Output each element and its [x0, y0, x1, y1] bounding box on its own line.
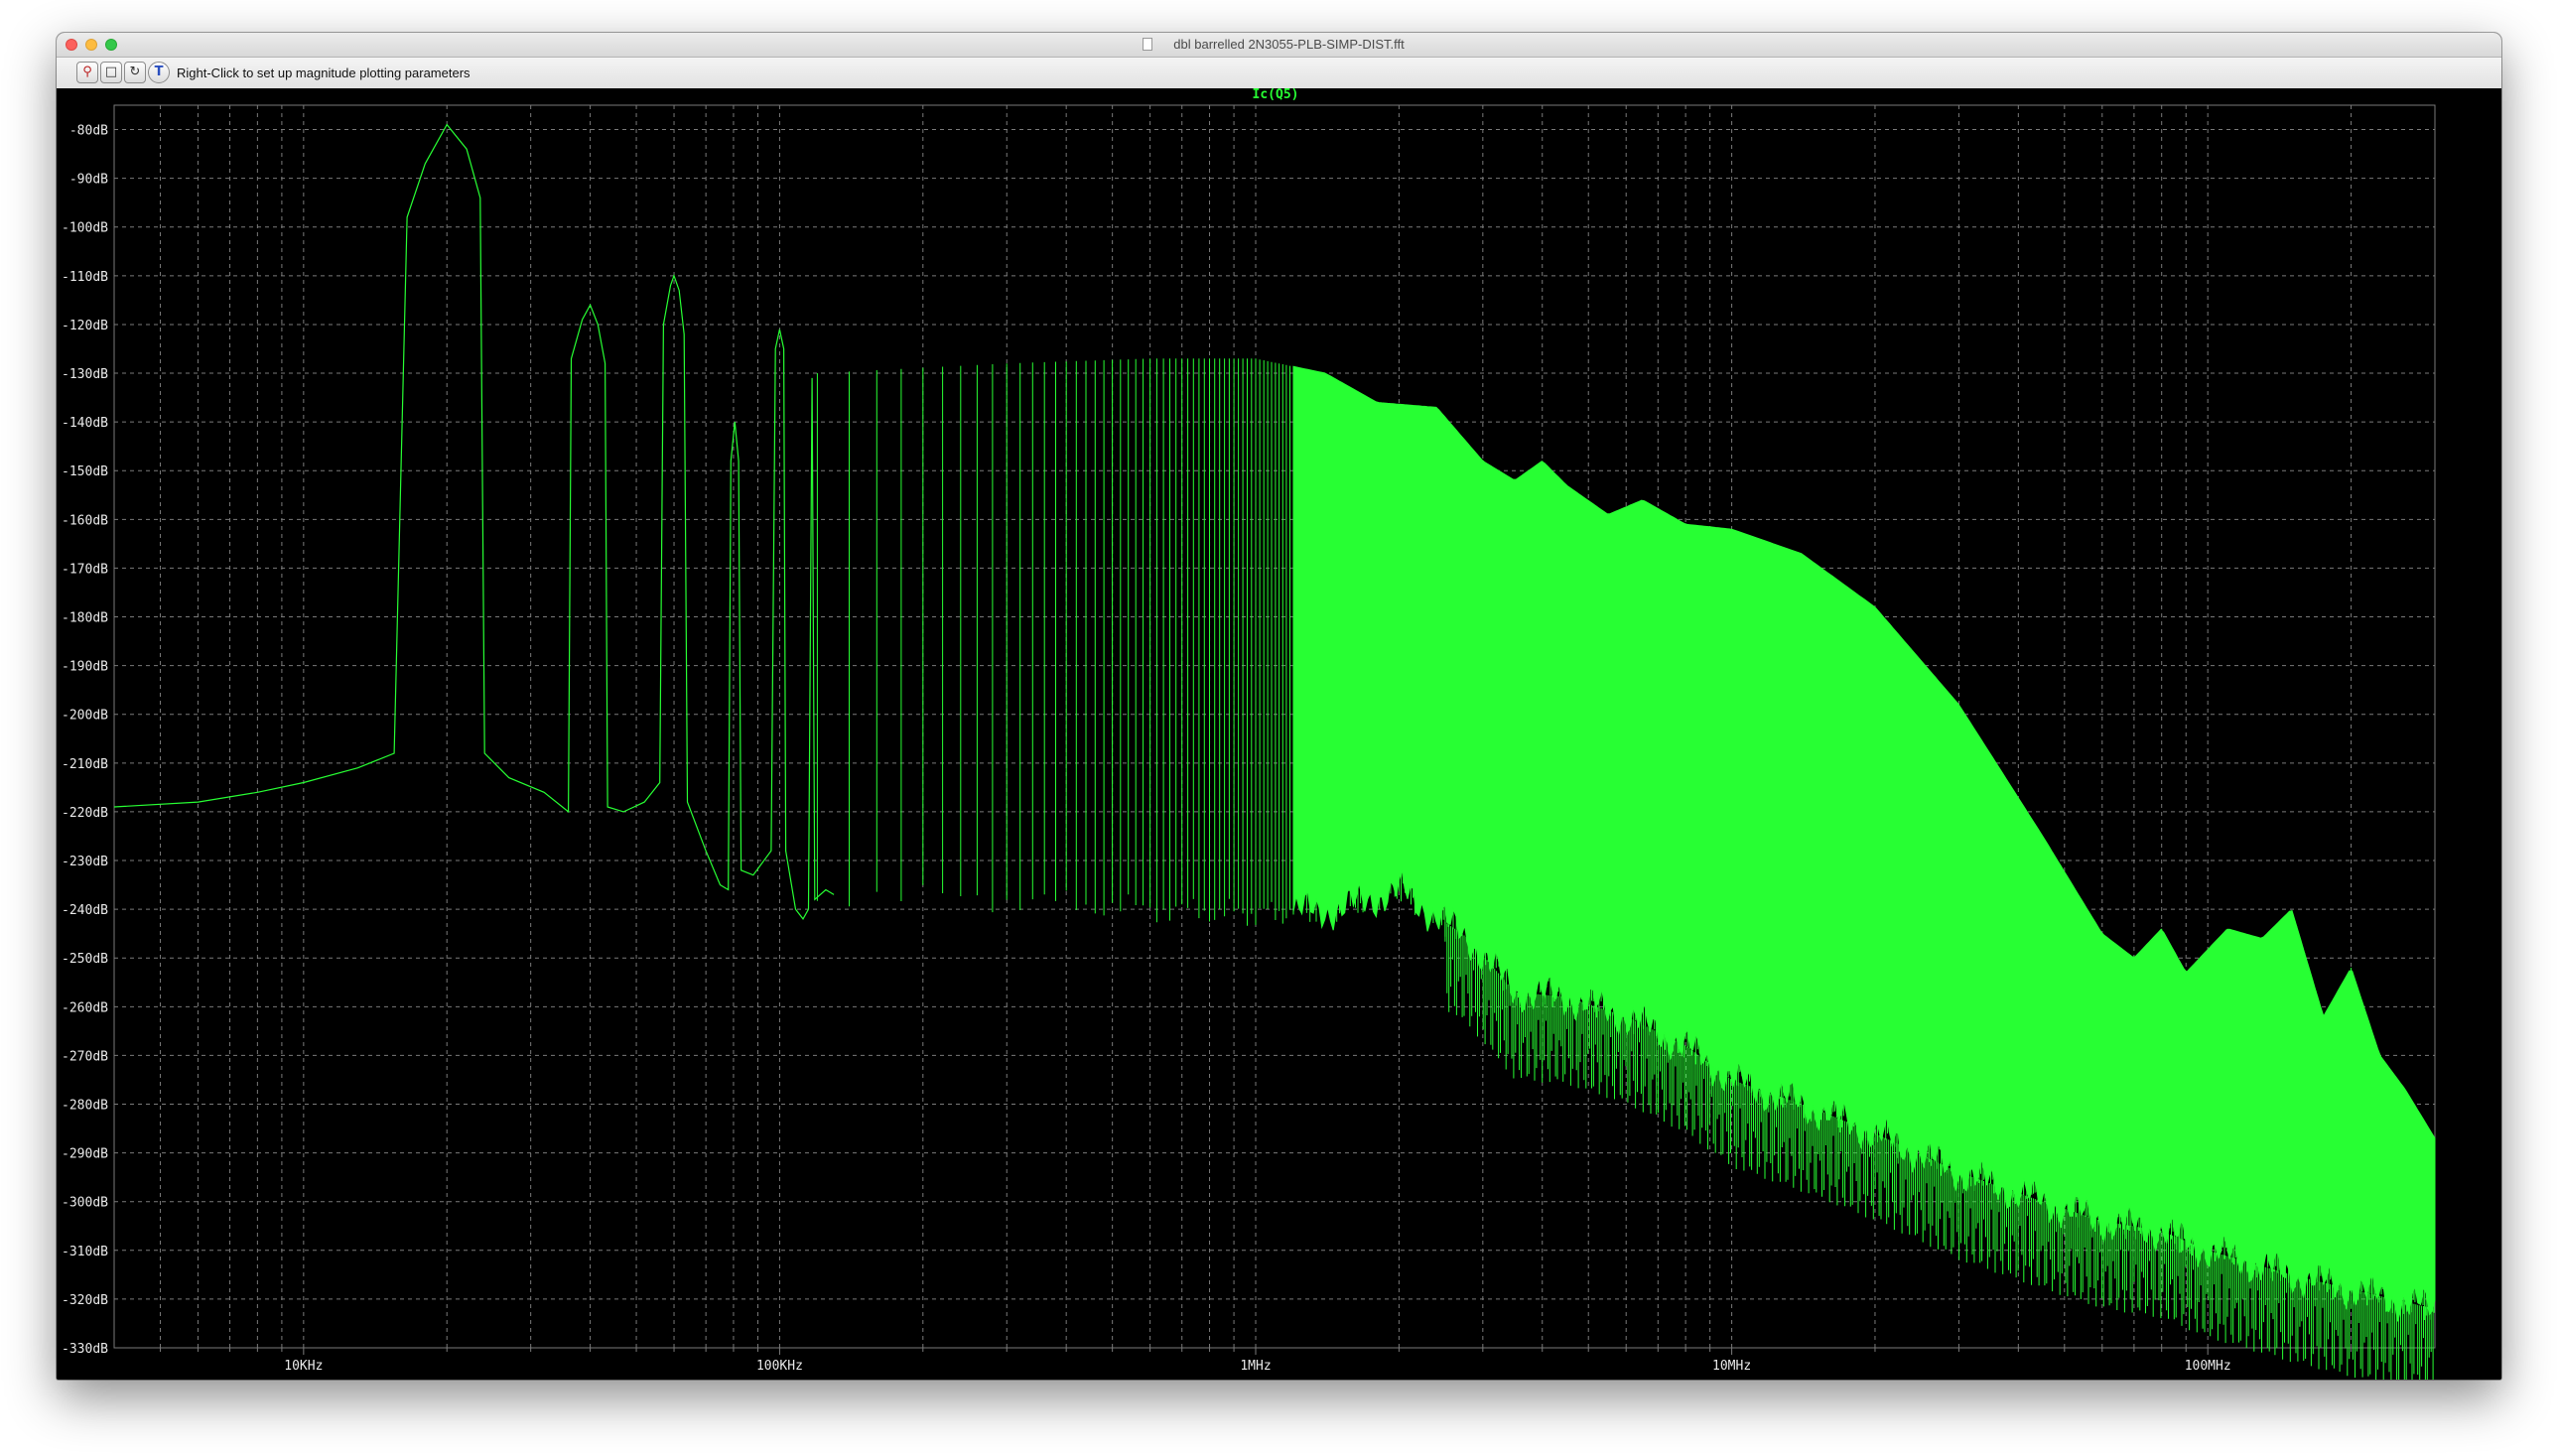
- y-tick-label: -280dB: [62, 1099, 108, 1114]
- y-tick-label: -330dB: [62, 1342, 108, 1357]
- y-tick-label: -170dB: [62, 562, 108, 577]
- zoom-magnifier-icon[interactable]: ⚲: [76, 62, 98, 83]
- y-tick-label: -90dB: [69, 173, 108, 188]
- x-tick-label: 10KHz: [284, 1359, 323, 1374]
- x-tick-label: 100MHz: [2185, 1359, 2231, 1374]
- x-tick-label: 1MHz: [1240, 1359, 1271, 1374]
- y-tick-label: -110dB: [62, 270, 108, 285]
- y-tick-label: -270dB: [62, 1049, 108, 1064]
- window-title: dbl barrelled 2N3055-PLB-SIMP-DIST.fft: [1173, 37, 1405, 52]
- app-window: dbl barrelled 2N3055-PLB-SIMP-DIST.fft ⚲…: [57, 33, 2501, 1380]
- toolbar: ⚲ □ ↻ T Right-Click to set up magnitude …: [57, 58, 2501, 89]
- y-tick-label: -300dB: [62, 1196, 108, 1211]
- y-tick-label: -310dB: [62, 1245, 108, 1259]
- autorange-icon[interactable]: ↻: [124, 62, 146, 83]
- y-tick-label: -250dB: [62, 952, 108, 967]
- y-tick-label: -230dB: [62, 855, 108, 869]
- text-tool-icon[interactable]: T: [148, 62, 170, 83]
- y-tick-label: -130dB: [62, 367, 108, 382]
- toolbar-hint: Right-Click to set up magnitude plotting…: [177, 66, 471, 80]
- y-tick-label: -260dB: [62, 1000, 108, 1015]
- fft-plot[interactable]: -80dB -90dB -100dB -110dB -120dB -130dB -140dB…: [57, 88, 2501, 1380]
- y-tick-label: -160dB: [62, 513, 108, 528]
- title-bar: dbl barrelled 2N3055-PLB-SIMP-DIST.fft: [57, 33, 2501, 58]
- y-tick-label: -200dB: [62, 709, 108, 724]
- y-tick-label: -120dB: [62, 319, 108, 333]
- y-tick-label: -80dB: [69, 124, 108, 139]
- x-tick-label: 100KHz: [756, 1359, 803, 1374]
- y-tick-label: -220dB: [62, 806, 108, 821]
- chart-title: Ic(Q5): [1253, 88, 1299, 102]
- y-tick-label: -320dB: [62, 1293, 108, 1308]
- y-tick-label: -240dB: [62, 903, 108, 918]
- y-tick-label: -100dB: [62, 221, 108, 236]
- y-tick-label: -180dB: [62, 611, 108, 626]
- y-tick-label: -210dB: [62, 757, 108, 772]
- y-tick-label: -150dB: [62, 464, 108, 479]
- x-tick-label: 10MHz: [1712, 1359, 1751, 1374]
- y-tick-label: -290dB: [62, 1147, 108, 1162]
- fit-frame-icon[interactable]: □: [100, 62, 122, 83]
- y-tick-label: -190dB: [62, 660, 108, 675]
- y-tick-label: -140dB: [62, 416, 108, 431]
